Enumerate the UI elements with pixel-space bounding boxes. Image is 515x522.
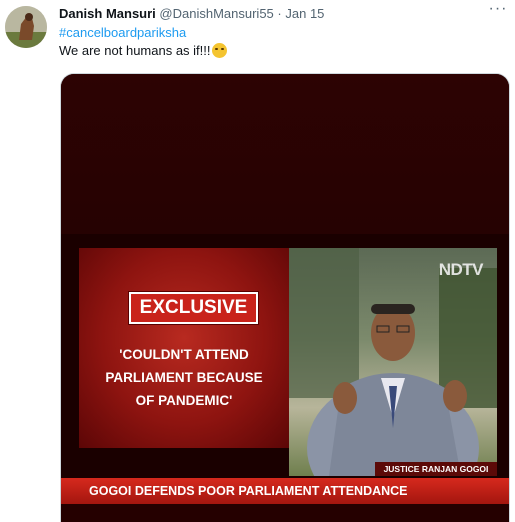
user-handle[interactable]: @DanishMansuri55 (159, 6, 273, 21)
speaker-name-tag: JUSTICE RANJAN GOGOI (375, 462, 497, 476)
exclusive-label: EXCLUSIVE (129, 292, 258, 324)
news-ticker: GOGOI DEFENDS POOR PARLIAMENT ATTENDANCE (61, 478, 509, 504)
channel-logo: NDTV (438, 260, 484, 279)
avatar[interactable] (5, 6, 47, 48)
tweet-header: Danish Mansuri @DanishMansuri55 · Jan 15 (59, 6, 505, 26)
rolling-eyes-emoji-icon (211, 43, 227, 58)
quote-text: 'COULDN'T ATTEND PARLIAMENT BECAUSE OF P… (105, 347, 263, 408)
ticker-bottom-bar (61, 504, 509, 522)
hashtag-link[interactable]: #cancelboardpariksha (59, 25, 186, 40)
interview-video-panel: NDTV (289, 248, 497, 476)
tweet-media-image[interactable]: EXCLUSIVE 'COULDN'T ATTEND PARLIAMENT BE… (60, 73, 510, 522)
tweet-text-content: We are not humans as if!!! (59, 43, 211, 58)
exclusive-graphic-panel: EXCLUSIVE 'COULDN'T ATTEND PARLIAMENT BE… (79, 248, 289, 448)
display-name[interactable]: Danish Mansuri (59, 6, 156, 21)
tweet-text: We are not humans as if!!! (59, 43, 227, 58)
interview-scene-icon (289, 248, 497, 476)
tweet-date[interactable]: Jan 15 (285, 6, 324, 21)
news-broadcast-frame: EXCLUSIVE 'COULDN'T ATTEND PARLIAMENT BE… (61, 234, 509, 522)
separator: · (277, 6, 282, 21)
media-dark-top (61, 74, 509, 234)
more-horizontal-icon[interactable]: ··· (487, 1, 509, 20)
